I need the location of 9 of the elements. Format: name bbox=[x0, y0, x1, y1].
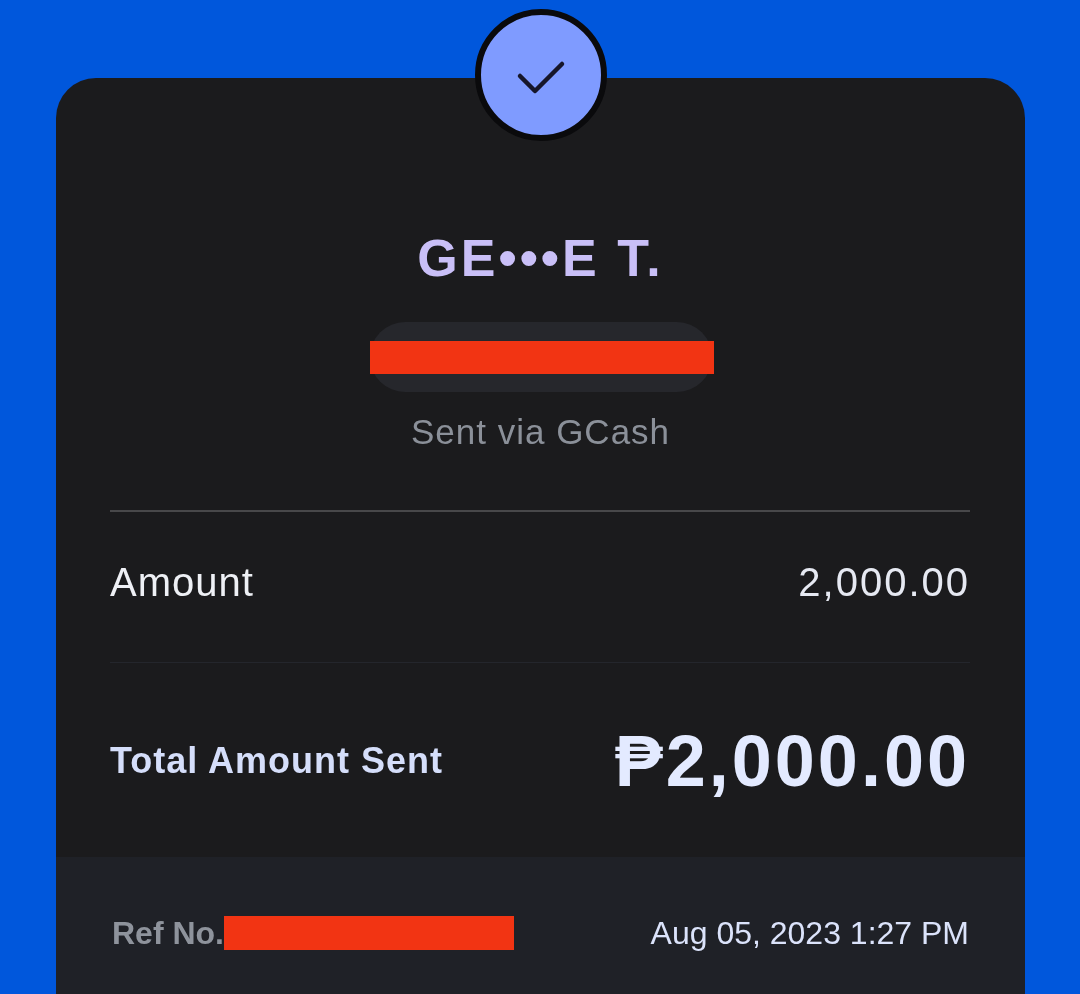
amount-value: 2,000.00 bbox=[798, 562, 970, 602]
total-label: Total Amount Sent bbox=[110, 741, 443, 781]
ref-label: Ref No. bbox=[112, 915, 224, 951]
sent-via-text: Sent via GCash bbox=[410, 412, 671, 452]
timestamp: Aug 05, 2023 1:27 PM bbox=[650, 915, 969, 951]
amount-label: Amount bbox=[110, 562, 254, 602]
check-circle-icon bbox=[474, 9, 607, 141]
total-value: ₱2,000.00 bbox=[614, 723, 970, 799]
recipient-name: GE•••E T. bbox=[417, 230, 664, 286]
